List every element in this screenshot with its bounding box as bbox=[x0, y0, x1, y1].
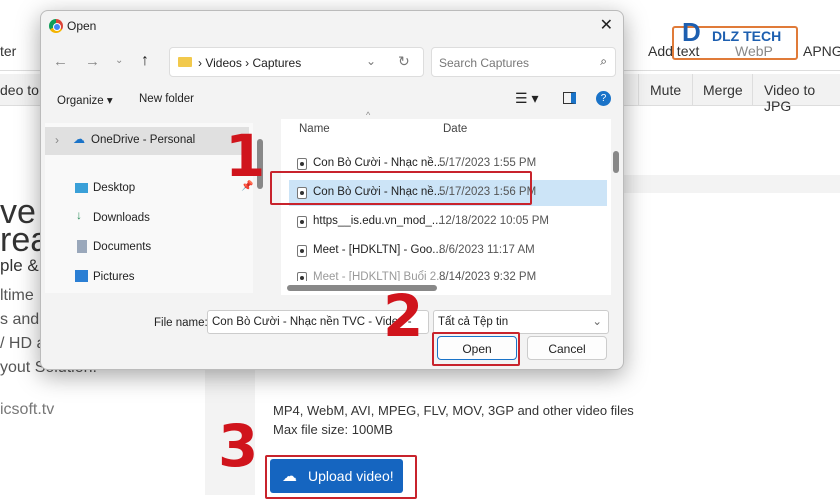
step-3-label: 3 bbox=[218, 412, 259, 480]
video-file-icon bbox=[297, 158, 307, 170]
tab-video-to[interactable]: deo to bbox=[0, 82, 39, 98]
chevron-down-icon: ⌄ bbox=[592, 316, 602, 328]
highlight-upload bbox=[265, 455, 417, 499]
address-bar[interactable]: › Videos › Captures ⌄ ↻ bbox=[169, 47, 424, 77]
highlight-file bbox=[270, 171, 532, 205]
tab-merge[interactable]: Merge bbox=[703, 82, 743, 98]
pictures-icon bbox=[75, 270, 88, 282]
chrome-icon bbox=[49, 19, 63, 33]
video-file-icon bbox=[297, 272, 307, 281]
nav-desktop[interactable]: Desktop bbox=[93, 182, 135, 194]
column-date[interactable]: Date bbox=[443, 123, 467, 135]
file-row[interactable]: https__is.edu.vn_mod_... 12/18/2022 10:05… bbox=[289, 209, 607, 235]
view-options-icon[interactable]: ☰ ▾ bbox=[515, 90, 538, 107]
help-icon[interactable]: ? bbox=[596, 91, 611, 106]
file-row[interactable]: Meet - [HDKLTN] Buổi 2... 8/14/2023 9:32 … bbox=[289, 265, 607, 281]
desktop-icon bbox=[75, 183, 88, 193]
tab-video-to-jpg[interactable]: Video to JPG bbox=[764, 82, 840, 114]
step-2-label: 2 bbox=[383, 282, 424, 350]
toolbar-apng[interactable]: APNG bbox=[803, 43, 840, 59]
video-file-icon bbox=[297, 216, 307, 228]
chevron-down-icon[interactable]: ⌄ bbox=[366, 54, 376, 68]
onedrive-icon: ☁ bbox=[73, 132, 85, 146]
up-icon[interactable]: ↑ bbox=[141, 52, 149, 70]
toolbar-item[interactable]: ter bbox=[0, 43, 16, 59]
file-row[interactable]: Meet - [HDKLTN] - Goo... 8/6/2023 11:17 A… bbox=[289, 238, 607, 264]
folder-icon bbox=[178, 57, 192, 67]
refresh-icon[interactable]: ↻ bbox=[398, 53, 410, 70]
file-name-label: File name: bbox=[154, 317, 208, 329]
dialog-title: Open bbox=[67, 19, 97, 33]
toolbar-webp[interactable]: WebP bbox=[735, 43, 773, 59]
organize-menu[interactable]: Organize ▾ bbox=[57, 93, 113, 107]
new-folder-button[interactable]: New folder bbox=[139, 93, 194, 105]
nav-documents[interactable]: Documents bbox=[93, 241, 151, 253]
close-icon[interactable]: ✕ bbox=[600, 15, 613, 35]
step-1-label: 1 bbox=[225, 122, 266, 190]
nav-downloads[interactable]: Downloads bbox=[93, 212, 150, 224]
preview-pane-icon[interactable] bbox=[563, 92, 576, 104]
breadcrumb-videos[interactable]: Videos bbox=[205, 56, 241, 70]
nav-pictures[interactable]: Pictures bbox=[93, 271, 135, 283]
expand-icon[interactable]: › bbox=[55, 133, 59, 147]
forward-icon[interactable]: → bbox=[85, 53, 100, 70]
breadcrumb-captures[interactable]: Captures bbox=[253, 56, 302, 70]
list-scrollbar[interactable] bbox=[613, 151, 619, 173]
file-list: Name Date ^ Con Bò Cười - Nhạc nề... 5/17… bbox=[281, 110, 611, 295]
column-name[interactable]: Name bbox=[299, 123, 330, 135]
downloads-icon: ↓ bbox=[76, 208, 82, 222]
documents-icon bbox=[77, 240, 87, 253]
back-icon[interactable]: ← bbox=[53, 53, 68, 70]
search-icon: ⌕ bbox=[600, 54, 607, 68]
upload-info: MP4, WebM, AVI, MPEG, FLV, MOV, 3GP and … bbox=[273, 403, 634, 437]
recent-dropdown-icon[interactable]: ⌄ bbox=[115, 55, 123, 66]
tab-mute[interactable]: Mute bbox=[650, 82, 681, 98]
logo-mark-icon: D bbox=[682, 17, 701, 47]
cancel-button[interactable]: Cancel bbox=[527, 336, 607, 360]
search-input[interactable]: Search Captures ⌕ bbox=[431, 47, 616, 77]
highlight-open bbox=[432, 332, 520, 366]
video-file-icon bbox=[297, 245, 307, 257]
file-type-select[interactable]: Tất cả Tệp tin ⌄ bbox=[433, 310, 609, 334]
sort-ascending-icon: ^ bbox=[366, 110, 371, 120]
navigation-pane: › ☁ OneDrive - Personal Desktop ↓ Downlo… bbox=[45, 123, 253, 293]
nav-onedrive[interactable]: OneDrive - Personal bbox=[91, 134, 195, 146]
